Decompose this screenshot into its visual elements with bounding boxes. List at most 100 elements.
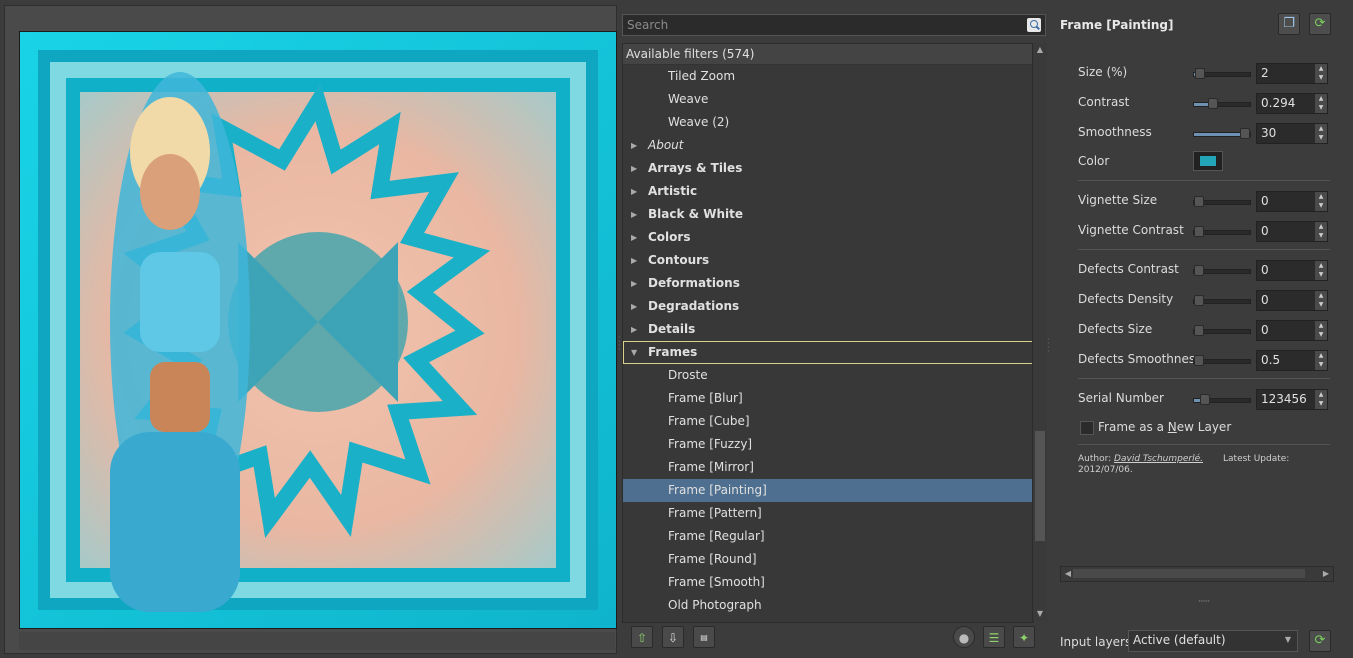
param-slider[interactable] [1193, 355, 1251, 366]
filter-category[interactable]: ▶ Artistic [623, 180, 1033, 203]
parameters-horizontal-scrollbar[interactable]: ◀ ▶ [1060, 566, 1334, 582]
param-slider[interactable] [1193, 196, 1251, 207]
filter-tree[interactable]: Available filters (574) Tiled Zoom Weave W… [622, 43, 1034, 623]
param-spinbox[interactable]: 0 ▲ ▼ [1256, 320, 1328, 341]
search-icon[interactable] [1027, 18, 1041, 32]
input-layers-select[interactable]: Active (default) ▼ [1128, 630, 1298, 652]
expand-collapse-button[interactable]: ☰ [983, 626, 1005, 648]
filter-category[interactable]: ▶ Black & White [623, 203, 1033, 226]
param-spinbox[interactable]: 0 ▲ ▼ [1256, 260, 1328, 281]
spin-arrows-icon[interactable]: ▲ ▼ [1315, 222, 1327, 241]
param-spinbox[interactable]: 0 ▲ ▼ [1256, 221, 1328, 242]
search-input[interactable] [623, 15, 1021, 35]
chevron-right-icon[interactable]: ▶ [631, 134, 641, 157]
chevron-right-icon[interactable]: ▶ [631, 226, 641, 249]
author-link[interactable]: David Tschumperlé. [1114, 454, 1203, 464]
filter-category[interactable]: ▶ Contours [623, 249, 1033, 272]
refresh-button[interactable]: ● [953, 626, 975, 648]
slider-handle[interactable] [1194, 355, 1204, 366]
slider-handle[interactable] [1240, 128, 1250, 139]
spin-arrows-icon[interactable]: ▲ ▼ [1315, 390, 1327, 409]
add-favorite-button[interactable]: ⇧ [631, 626, 653, 648]
param-spinbox[interactable]: 0 ▲ ▼ [1256, 290, 1328, 311]
spin-arrows-icon[interactable]: ▲ ▼ [1315, 64, 1327, 83]
panel-splitter-grip[interactable]: ······ [1198, 597, 1210, 607]
filter-item[interactable]: Frame [Pattern] [623, 502, 1033, 525]
param-spinbox[interactable]: 0.294 ▲ ▼ [1256, 93, 1328, 114]
slider-handle[interactable] [1194, 196, 1204, 207]
scroll-up-arrow-icon[interactable]: ▲ [1033, 43, 1047, 57]
refresh-input-button[interactable]: ⟳ [1309, 630, 1331, 652]
filter-item[interactable]: Weave [623, 88, 1033, 111]
spin-arrows-icon[interactable]: ▲ ▼ [1315, 291, 1327, 310]
param-spinbox[interactable]: 2 ▲ ▼ [1256, 63, 1328, 84]
filter-item[interactable]: Weave (2) [623, 111, 1033, 134]
filter-item[interactable]: Frame [Mirror] [623, 456, 1033, 479]
rename-favorite-button[interactable]: ▤ [693, 626, 715, 648]
filter-item[interactable]: Frame [Regular] [623, 525, 1033, 548]
slider-handle[interactable] [1195, 68, 1205, 79]
param-spinbox[interactable]: 30 ▲ ▼ [1256, 123, 1328, 144]
param-spinbox[interactable]: 123456 ▲ ▼ [1256, 389, 1328, 410]
param-slider[interactable] [1193, 394, 1251, 405]
slider-handle[interactable] [1194, 226, 1204, 237]
spin-arrows-icon[interactable]: ▲ ▼ [1315, 351, 1327, 370]
spin-arrows-icon[interactable]: ▲ ▼ [1315, 124, 1327, 143]
filter-category[interactable]: ▶ About [623, 134, 1033, 157]
update-filters-button[interactable]: ✦ [1013, 626, 1035, 648]
param-slider[interactable] [1193, 226, 1251, 237]
chevron-right-icon[interactable]: ▶ [631, 203, 641, 226]
slider-handle[interactable] [1208, 98, 1218, 109]
filter-category[interactable]: ▶ Details [623, 318, 1033, 341]
chevron-right-icon[interactable]: ▶ [631, 157, 641, 180]
chevron-right-icon[interactable]: ▶ [631, 318, 641, 341]
param-slider[interactable] [1193, 128, 1251, 139]
frame-as-new-layer-checkbox[interactable] [1080, 421, 1094, 435]
param-slider[interactable] [1193, 265, 1251, 276]
scroll-down-arrow-icon[interactable]: ▼ [1033, 607, 1047, 621]
filter-item[interactable]: Frame [Round] [623, 548, 1033, 571]
filter-category[interactable]: ▶ Colors [623, 226, 1033, 249]
chevron-right-icon[interactable]: ▶ [631, 272, 641, 295]
chevron-right-icon[interactable]: ▶ [631, 249, 641, 272]
scrollbar-thumb[interactable] [1035, 431, 1045, 541]
spin-arrows-icon[interactable]: ▲ ▼ [1315, 192, 1327, 211]
param-slider[interactable] [1193, 295, 1251, 306]
filter-item[interactable]: Frame [Smooth] [623, 571, 1033, 594]
spin-arrows-icon[interactable]: ▲ ▼ [1315, 94, 1327, 113]
filter-item[interactable]: Frame [Fuzzy] [623, 433, 1033, 456]
filter-item[interactable]: Old Photograph [623, 594, 1033, 617]
slider-handle[interactable] [1200, 394, 1210, 405]
filter-tree-scrollbar[interactable]: ▲ ▼ [1032, 43, 1047, 621]
filter-item[interactable]: Droste [623, 364, 1033, 387]
filter-category[interactable]: ▶ Deformations [623, 272, 1033, 295]
preview-image[interactable] [19, 31, 617, 629]
reset-parameters-button[interactable]: ⟳ [1309, 13, 1331, 35]
slider-handle[interactable] [1194, 295, 1204, 306]
filter-item[interactable]: Frame [Cube] [623, 410, 1033, 433]
param-slider[interactable] [1193, 325, 1251, 336]
filter-category[interactable]: ▶ Degradations [623, 295, 1033, 318]
filter-item[interactable]: Tiled Zoom [623, 65, 1033, 88]
copy-to-clipboard-button[interactable]: ❐ [1278, 13, 1300, 35]
remove-favorite-button[interactable]: ⇩ [662, 626, 684, 648]
param-spinbox[interactable]: 0.5 ▲ ▼ [1256, 350, 1328, 371]
spin-arrows-icon[interactable]: ▲ ▼ [1315, 261, 1327, 280]
scrollbar-thumb[interactable] [1073, 569, 1305, 578]
filter-category[interactable]: ▶ Arrays & Tiles [623, 157, 1033, 180]
filter-category[interactable]: ▼ Frames [623, 341, 1033, 364]
filter-item[interactable]: Frame [Painting] [623, 479, 1033, 502]
param-spinbox[interactable]: 0 ▲ ▼ [1256, 191, 1328, 212]
spin-arrows-icon[interactable]: ▲ ▼ [1315, 321, 1327, 340]
scroll-right-arrow-icon[interactable]: ▶ [1319, 567, 1333, 581]
param-slider[interactable] [1193, 68, 1251, 79]
chevron-down-icon[interactable]: ▼ [631, 341, 641, 364]
slider-handle[interactable] [1194, 325, 1204, 336]
chevron-right-icon[interactable]: ▶ [631, 295, 641, 318]
slider-handle[interactable] [1194, 265, 1204, 276]
chevron-right-icon[interactable]: ▶ [631, 180, 641, 203]
splitter-grip-right[interactable]: · · · · [1047, 336, 1050, 356]
param-slider[interactable] [1193, 98, 1251, 109]
filter-item[interactable]: Frame [Blur] [623, 387, 1033, 410]
color-swatch-button[interactable] [1193, 151, 1223, 171]
